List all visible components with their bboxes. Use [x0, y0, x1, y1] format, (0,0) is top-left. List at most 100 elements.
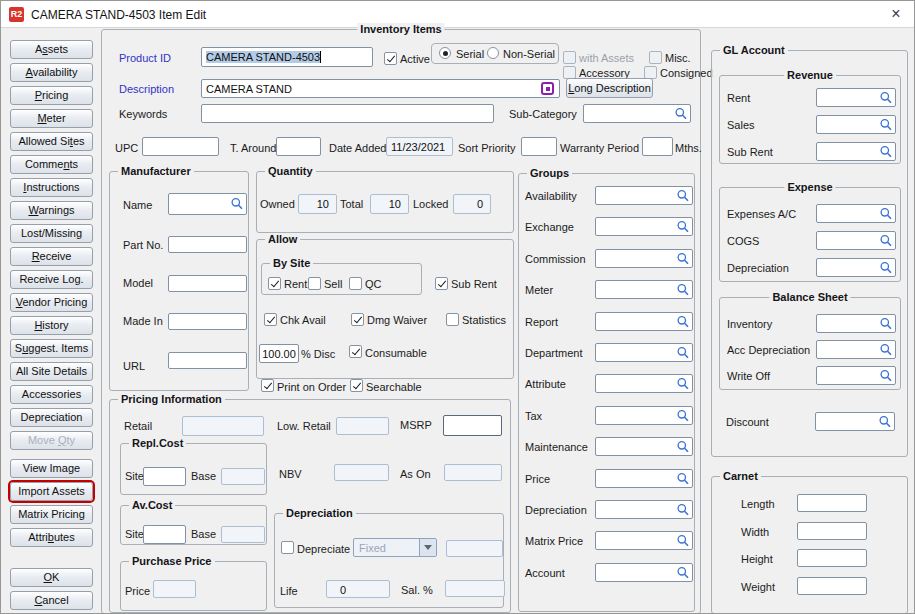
gl-sub-rent-field[interactable] [816, 142, 896, 161]
sidebar-button-receive[interactable]: Receive [10, 247, 93, 266]
carnet-weight-field[interactable] [797, 577, 867, 595]
magnifier-icon[interactable] [879, 369, 893, 383]
sidebar-button-instructions[interactable]: Instructions [10, 178, 93, 197]
sidebar-button-lost-missing[interactable]: Lost/Missing [10, 224, 93, 243]
sidebar-button-ok[interactable]: OK [10, 568, 93, 587]
product-id-field[interactable]: CAMERA STAND-4503 [201, 47, 373, 67]
groups-department-field[interactable] [595, 343, 693, 362]
magnifier-icon[interactable] [676, 440, 690, 454]
gl-rent-field[interactable] [816, 88, 896, 107]
sub-rent-checkbox[interactable] [435, 277, 448, 290]
dmg-waiver-checkbox[interactable] [351, 313, 364, 326]
serial-radio[interactable] [439, 47, 451, 59]
close-icon[interactable]: × [887, 5, 905, 23]
sidebar-button-depreciation[interactable]: Depreciation [10, 408, 93, 427]
magnifier-icon[interactable] [676, 346, 690, 360]
magnifier-icon[interactable] [676, 566, 690, 580]
magnifier-icon[interactable] [879, 261, 893, 275]
gl-depreciation-field[interactable] [816, 258, 896, 277]
sort-priority-field[interactable] [521, 137, 557, 156]
groups-depreciation-field[interactable] [595, 500, 693, 519]
magnifier-icon[interactable] [676, 189, 690, 203]
discount-field[interactable] [815, 412, 895, 431]
rent-checkbox[interactable] [268, 277, 281, 290]
manufacturer-name-field[interactable] [168, 193, 247, 215]
groups-price-field[interactable] [595, 469, 693, 488]
groups-attribute-field[interactable] [595, 374, 693, 393]
groups-maintenance-field[interactable] [595, 437, 693, 456]
carnet-height-field[interactable] [797, 549, 867, 567]
magnifier-icon[interactable] [879, 343, 893, 357]
repl-site-field[interactable] [143, 467, 186, 486]
sidebar-button-receive-log[interactable]: Receive Log. [10, 270, 93, 289]
upc-field[interactable] [142, 137, 219, 156]
consumable-checkbox[interactable] [349, 345, 362, 358]
sidebar-button-warnings[interactable]: Warnings [10, 201, 93, 220]
sidebar-button-cancel[interactable]: Cancel [10, 591, 93, 610]
sidebar-button-attributes[interactable]: Attributes [10, 528, 93, 547]
magnifier-icon[interactable] [676, 377, 690, 391]
sidebar-button-history[interactable]: History [10, 316, 93, 335]
magnifier-icon[interactable] [230, 197, 244, 211]
magnifier-icon[interactable] [676, 534, 690, 548]
magnifier-icon[interactable] [879, 91, 893, 105]
magnifier-icon[interactable] [676, 472, 690, 486]
magnifier-icon[interactable] [676, 503, 690, 517]
sidebar-button-comments[interactable]: Comments [10, 155, 93, 174]
magnifier-icon[interactable] [676, 315, 690, 329]
sidebar-button-assets[interactable]: Assets [10, 40, 93, 59]
magnifier-icon[interactable] [676, 252, 690, 266]
av-site-field[interactable] [143, 525, 186, 544]
qc-checkbox[interactable] [349, 277, 362, 290]
sub-category-field[interactable] [583, 104, 691, 123]
keywords-field[interactable] [201, 104, 494, 123]
sidebar-button-move-qty[interactable]: Move Qty [10, 431, 93, 450]
manufacturer-made-in-field[interactable] [168, 313, 247, 330]
magnifier-icon[interactable] [676, 283, 690, 297]
gl-write-off-field[interactable] [816, 366, 896, 385]
sidebar-button-meter[interactable]: Meter [10, 109, 93, 128]
manufacturer-part-no-field[interactable] [168, 236, 247, 253]
groups-report-field[interactable] [595, 312, 693, 331]
magnifier-icon[interactable] [878, 415, 892, 429]
magnifier-icon[interactable] [879, 145, 893, 159]
active-checkbox[interactable] [384, 52, 397, 65]
carnet-length-field[interactable] [797, 494, 867, 512]
misc-checkbox[interactable] [649, 51, 662, 64]
magnifier-icon[interactable] [879, 207, 893, 221]
sidebar-button-accessories[interactable]: Accessories [10, 385, 93, 404]
msrp-field[interactable] [443, 415, 502, 436]
manufacturer-url-field[interactable] [168, 352, 247, 369]
groups-account-field[interactable] [595, 563, 693, 582]
description-field[interactable]: CAMERA STAND [201, 79, 560, 98]
depreciate-checkbox[interactable] [281, 541, 294, 554]
carnet-width-field[interactable] [797, 522, 867, 540]
non-serial-radio[interactable] [487, 47, 499, 59]
statistics-checkbox[interactable] [446, 313, 459, 326]
sidebar-button-view-image[interactable]: View Image [10, 459, 93, 478]
gl-inventory-field[interactable] [816, 314, 896, 333]
magnifier-icon[interactable] [674, 107, 688, 121]
groups-meter-field[interactable] [595, 280, 693, 299]
chk-avail-checkbox[interactable] [264, 313, 277, 326]
t-around-field[interactable] [276, 137, 321, 156]
manufacturer-model-field[interactable] [168, 275, 247, 292]
percent-disc-field[interactable]: 100.00 [259, 344, 299, 363]
sidebar-button-matrix-pricing[interactable]: Matrix Pricing [10, 505, 93, 524]
sidebar-button-availability[interactable]: Availability [10, 63, 93, 82]
sidebar-button-allowed-sites[interactable]: Allowed Sites [10, 132, 93, 151]
magnifier-icon[interactable] [879, 317, 893, 331]
magnifier-icon[interactable] [676, 220, 690, 234]
print-on-order-checkbox[interactable] [261, 379, 274, 392]
warranty-period-field[interactable] [642, 137, 673, 156]
gl-acc-depreciation-field[interactable] [816, 340, 896, 359]
groups-tax-field[interactable] [595, 406, 693, 425]
groups-exchange-field[interactable] [595, 217, 693, 236]
groups-commission-field[interactable] [595, 249, 693, 268]
groups-matrix-price-field[interactable] [595, 531, 693, 550]
magnifier-icon[interactable] [879, 118, 893, 132]
sell-checkbox[interactable] [308, 277, 321, 290]
sidebar-button-import-assets[interactable]: Import Assets [10, 482, 93, 501]
magnifier-icon[interactable] [879, 234, 893, 248]
long-description-icon[interactable] [541, 82, 554, 95]
